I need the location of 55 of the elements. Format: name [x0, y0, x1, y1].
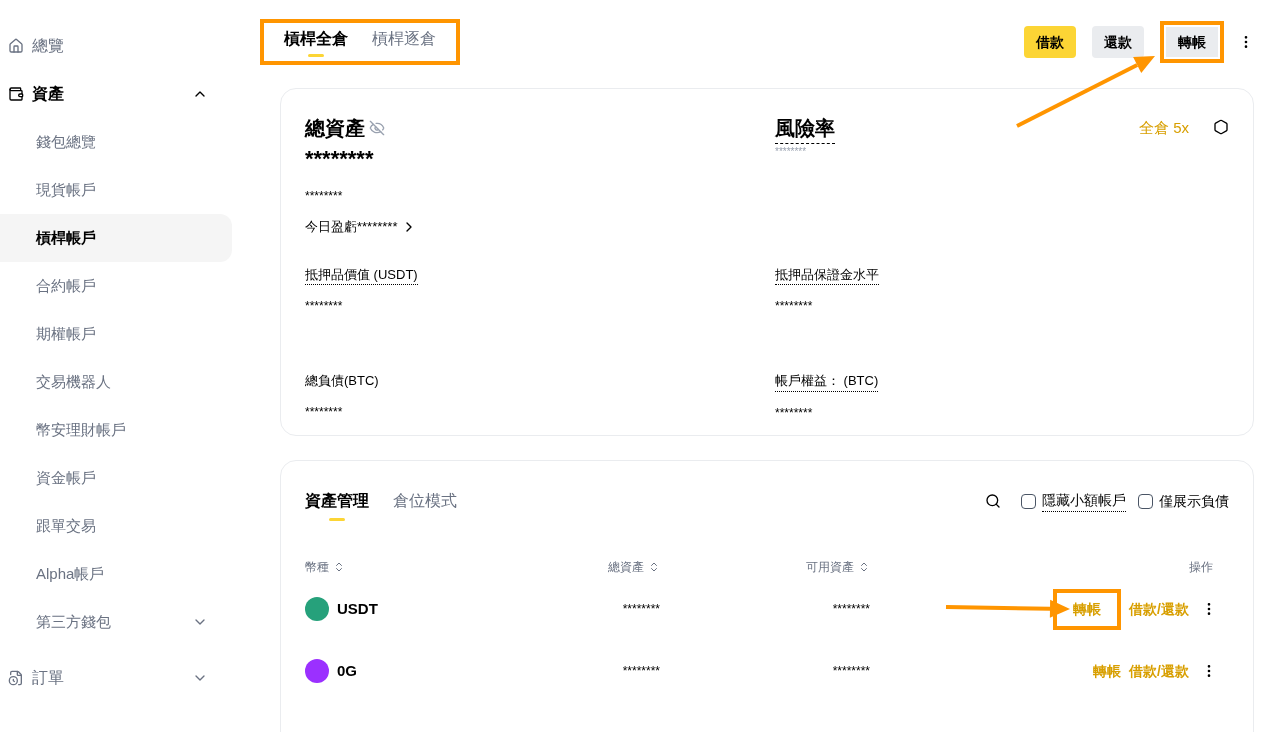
home-icon — [8, 38, 24, 54]
field-label: 帳戶權益： (BTC) — [775, 371, 879, 392]
sort-icon[interactable] — [333, 561, 345, 573]
field-label: 抵押品保證金水平 — [775, 264, 879, 285]
sidebar-item[interactable]: 資金帳戶 — [0, 454, 232, 502]
sidebar-item[interactable]: 期權帳戶 — [0, 310, 232, 358]
total-assets-sub: ******** — [305, 188, 344, 205]
borrow-button[interactable]: 借款 — [1024, 26, 1076, 58]
risk-label: 風險率 — [775, 113, 835, 144]
sidebar-item[interactable]: 第三方錢包 — [0, 598, 232, 646]
sort-icon[interactable] — [648, 561, 660, 573]
column-header: 可用資產 — [806, 559, 854, 576]
field-label: 總負債(BTC) — [305, 372, 379, 390]
field-value: ******** — [305, 298, 344, 315]
field-label: 抵押品價值 (USDT) — [305, 264, 418, 285]
pnl-link[interactable]: 今日盈虧******** — [305, 217, 759, 237]
eye-off-icon[interactable] — [369, 120, 385, 136]
sidebar-group[interactable]: 資產 — [0, 70, 232, 118]
document-clock-icon — [8, 670, 24, 686]
table-cell-text: ******** — [831, 601, 870, 618]
tab[interactable]: 倉位模式 — [393, 491, 457, 521]
wallet-icon — [8, 86, 24, 102]
table-cell-text: ******** — [831, 663, 870, 680]
tab[interactable]: 槓桿全倉 — [284, 29, 348, 57]
sidebar-group[interactable]: 訂單 — [0, 654, 232, 702]
column-header: 幣種 — [305, 559, 329, 576]
action-button[interactable]: 轉帳 — [1160, 21, 1224, 63]
action-button[interactable]: 還款 — [1092, 26, 1144, 58]
coin-name: USDT — [337, 598, 378, 619]
total-assets-value: ******** — [305, 147, 375, 171]
column-header: 總資產 — [608, 559, 644, 576]
tab[interactable]: 資產管理 — [305, 491, 369, 521]
sidebar-item[interactable]: 交易機器人 — [0, 358, 232, 406]
field-value: ******** — [775, 404, 814, 422]
sidebar-item[interactable]: 現貨帳戶 — [0, 166, 232, 214]
sidebar-item[interactable]: 槓桿帳戶 — [0, 214, 232, 262]
sidebar-group[interactable]: 總覽 — [0, 22, 232, 70]
sidebar-item[interactable]: 跟單交易 — [0, 502, 232, 550]
field-value: ******** — [305, 403, 344, 421]
sidebar-item[interactable]: 幣安理財帳戶 — [0, 406, 232, 454]
sidebar-item[interactable]: Alpha帳戶 — [0, 550, 232, 598]
table-cell-text: ******** — [621, 601, 660, 618]
checkbox[interactable]: 隱藏小額帳戶 — [1021, 490, 1126, 512]
sort-icon[interactable] — [858, 561, 870, 573]
field-value: ******** — [775, 298, 814, 315]
checkbox[interactable]: 僅展示負債 — [1138, 490, 1229, 512]
table-cell-text: ******** — [621, 663, 660, 680]
sidebar-item[interactable]: 合約帳戶 — [0, 262, 232, 310]
column-header: 操作 — [1189, 559, 1213, 576]
coin-name: 0G — [337, 660, 357, 681]
sidebar-item[interactable]: 錢包總覽 — [0, 118, 232, 166]
tab[interactable]: 槓桿逐倉 — [372, 29, 436, 57]
risk-value: ******** — [775, 145, 808, 159]
search-icon[interactable] — [985, 493, 1001, 509]
total-assets-label: 總資產 — [305, 116, 365, 141]
